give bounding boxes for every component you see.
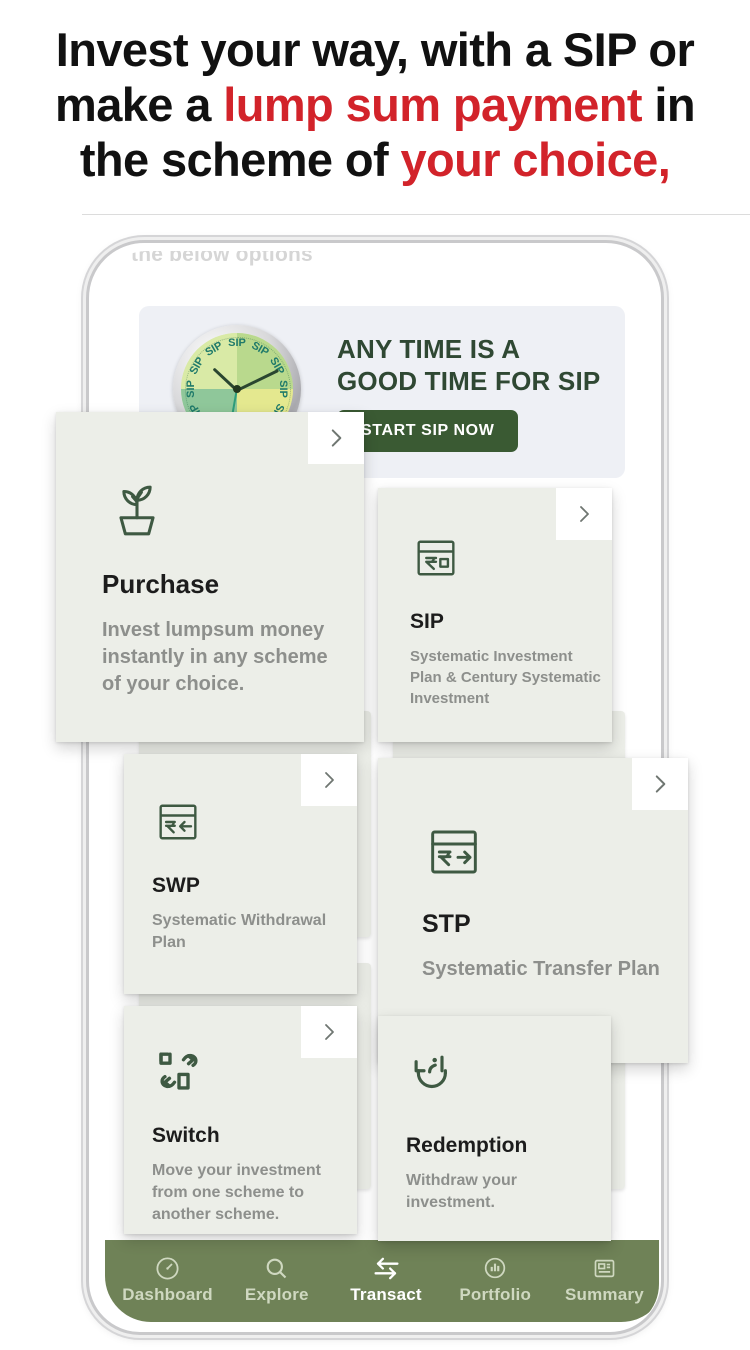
card-description: Systematic Investment Plan & Century Sys… (410, 648, 601, 707)
nav-label: Portfolio (459, 1285, 532, 1304)
nav-label: Summary (564, 1285, 644, 1304)
card-switch[interactable]: Switch Move your investment from one sch… (124, 1006, 357, 1234)
search-icon (222, 1253, 331, 1283)
banner-title-line-2: GOOD TIME FOR SIP (337, 366, 601, 396)
banner-title: ANY TIME IS A GOOD TIME FOR SIP (337, 333, 600, 397)
banner-title-line-1: ANY TIME IS A (337, 334, 521, 364)
nav-item-explore[interactable]: Explore (222, 1253, 331, 1305)
chevron-right-icon[interactable] (301, 1006, 357, 1058)
bottom-navigation-bar: Dashboard Explore Transact Portfolio Sum… (105, 1240, 659, 1322)
nav-item-transact[interactable]: Transact (331, 1253, 440, 1305)
plant-sprout-icon (102, 474, 172, 549)
headline-accent-lump-sum: lump sum payment (223, 78, 642, 131)
newspaper-icon (550, 1253, 659, 1283)
card-swp[interactable]: SWP Systematic Withdrawal Plan (124, 754, 357, 994)
redeem-money-icon (406, 1046, 460, 1105)
card-description: Move your investment from one scheme to … (152, 1162, 321, 1223)
headline-accent-your-choice: your choice, (400, 133, 671, 186)
rupee-arrow-left-icon (152, 796, 204, 853)
card-title: Switch (152, 1124, 220, 1147)
nav-item-summary[interactable]: Summary (550, 1253, 659, 1305)
card-title: SWP (152, 874, 200, 897)
header-divider (82, 214, 750, 215)
clock-sip-tick: SIP (185, 380, 197, 398)
card-title: Purchase (102, 569, 220, 599)
chevron-right-icon[interactable] (301, 754, 357, 806)
screen-cut-heading: the below options (131, 251, 313, 266)
chevron-right-icon[interactable] (556, 488, 612, 540)
page-headline: Invest your way, with a SIP or make a lu… (0, 22, 750, 187)
nav-label: Dashboard (122, 1285, 213, 1304)
headline-line-2: make a lump sum payment in (55, 78, 696, 131)
switch-arrows-icon (152, 1044, 206, 1103)
card-description: Systematic Transfer Plan (422, 958, 660, 980)
card-title: STP (422, 910, 471, 938)
rupee-calendar-icon (410, 532, 462, 589)
card-description: Invest lumpsum money instantly in any sc… (102, 619, 328, 695)
nav-item-dashboard[interactable]: Dashboard (113, 1253, 222, 1305)
clock-center-cap (233, 385, 241, 393)
start-sip-now-button[interactable]: START SIP NOW (337, 410, 519, 452)
transfer-arrows-icon (331, 1253, 440, 1283)
speedometer-icon (113, 1253, 222, 1283)
nav-label: Explore (244, 1285, 309, 1304)
clock-sip-tick: SIP (228, 337, 246, 349)
card-description: Withdraw your investment. (406, 1172, 517, 1211)
card-purchase[interactable]: Purchase Invest lumpsum money instantly … (56, 412, 364, 742)
card-title: Redemption (406, 1134, 528, 1157)
clock-sip-tick: SIP (277, 380, 289, 398)
chevron-right-icon[interactable] (632, 758, 688, 810)
card-description: Systematic Withdrawal Plan (152, 912, 327, 951)
headline-line-1: Invest your way, with a SIP or (55, 23, 695, 76)
rupee-arrow-right-icon (422, 820, 486, 889)
headline-line-3: the scheme of your choice, (79, 133, 671, 186)
card-sip[interactable]: SIP Systematic Investment Plan & Century… (378, 488, 612, 742)
nav-item-portfolio[interactable]: Portfolio (441, 1253, 550, 1305)
card-title: SIP (410, 610, 444, 633)
nav-label: Transact (350, 1285, 422, 1304)
card-redemption[interactable]: Redemption Withdraw your investment. (378, 1016, 611, 1241)
chevron-right-icon[interactable] (308, 412, 364, 464)
bar-chart-icon (441, 1253, 550, 1283)
